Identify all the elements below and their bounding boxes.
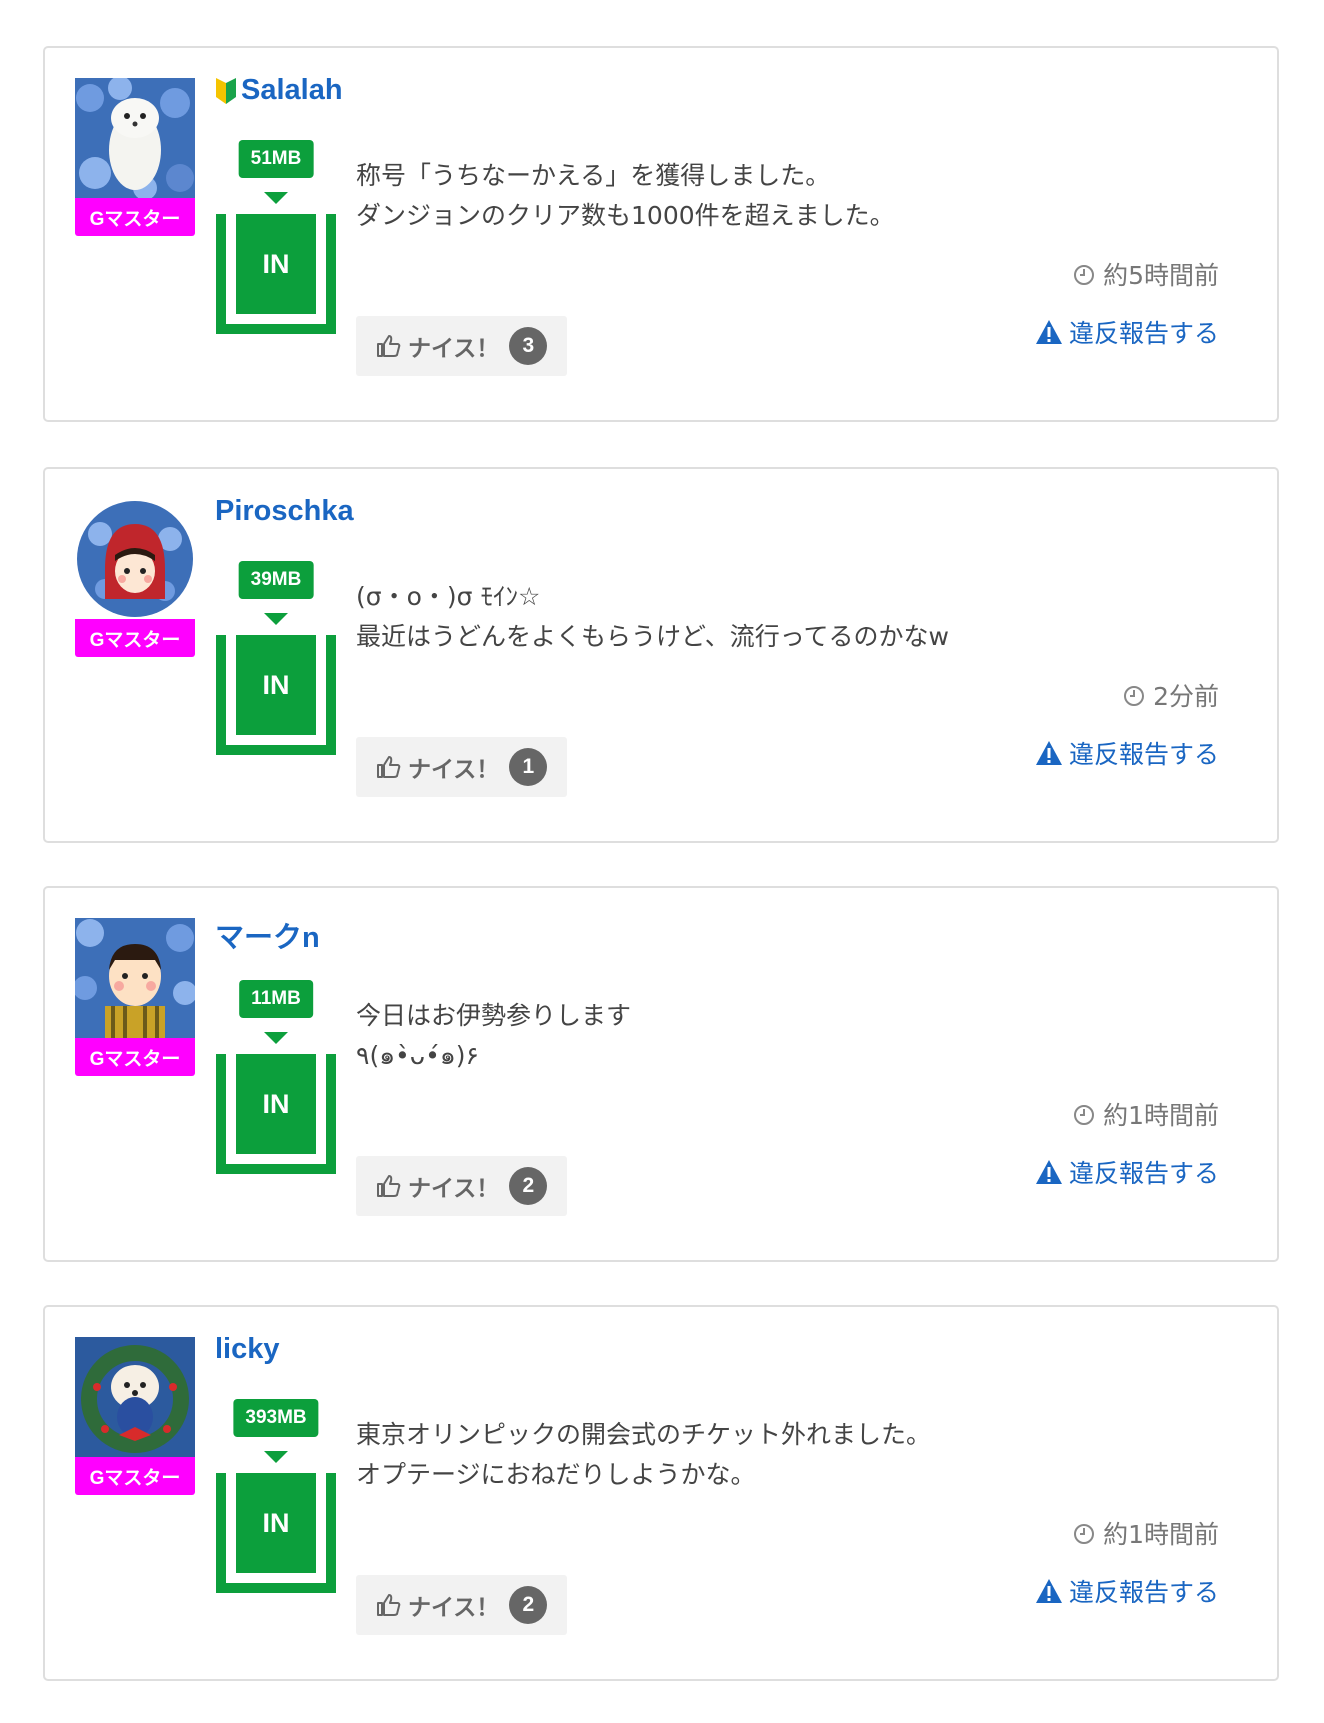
avatar[interactable] xyxy=(75,499,195,619)
username-text: マークn xyxy=(215,922,320,954)
arrow-down-icon xyxy=(264,192,288,204)
rank-badge: Gマスター xyxy=(75,619,195,657)
username-link[interactable]: Salalah xyxy=(215,74,343,107)
username-link[interactable]: licky xyxy=(215,1333,280,1366)
timestamp: 約1時間前 xyxy=(1073,1096,1219,1132)
message-line: 最近はうどんをよくもらうけど、流行ってるのかなw xyxy=(356,622,949,651)
thumbs-up-icon xyxy=(376,755,402,779)
in-label: IN xyxy=(236,635,316,735)
in-label: IN xyxy=(236,1054,316,1154)
timestamp: 2分前 xyxy=(1123,677,1219,713)
avatar-block: Gマスター xyxy=(75,78,195,236)
avatar-block: Gマスター xyxy=(75,918,195,1076)
post-card: Gマスター マークn 11MB IN 今日はお伊勢参りします ٩(๑•̀ᴗ•́๑… xyxy=(43,886,1279,1262)
report-label: 違反報告する xyxy=(1068,1578,1219,1607)
thumbs-up-icon xyxy=(376,334,402,358)
warning-icon xyxy=(1035,740,1063,766)
nice-count-badge: 2 xyxy=(509,1167,548,1205)
warning-icon xyxy=(1035,319,1063,345)
nice-label: ナイス！ xyxy=(408,336,500,362)
message-line: (σ・o・)σ ﾓｲﾝ☆ xyxy=(356,582,541,611)
clock-icon xyxy=(1073,1103,1095,1125)
post-card: Gマスター Piroschka 39MB IN (σ・o・)σ ﾓｲﾝ☆ 最近は… xyxy=(43,467,1279,843)
clock-icon xyxy=(1073,263,1095,285)
timestamp-text: 2分前 xyxy=(1153,682,1219,711)
nice-count-badge: 1 xyxy=(509,748,548,786)
message-line: ダンジョンのクリア数も1000件を超えました。 xyxy=(356,201,895,230)
clock-icon xyxy=(1073,1522,1095,1544)
avatar[interactable] xyxy=(75,918,195,1038)
post-card: Gマスター Salalah 51MB IN 称号「うちなーかえる」を獲得しました… xyxy=(43,46,1279,422)
arrow-down-icon xyxy=(264,1032,288,1044)
timestamp: 約5時間前 xyxy=(1073,256,1219,292)
timestamp-text: 約1時間前 xyxy=(1103,1520,1219,1549)
in-box: IN xyxy=(216,635,336,755)
rank-badge: Gマスター xyxy=(75,198,195,236)
message-body: (σ・o・)σ ﾓｲﾝ☆ 最近はうどんをよくもらうけど、流行ってるのかなw xyxy=(356,577,949,657)
report-link[interactable]: 違反報告する xyxy=(1035,1573,1219,1609)
in-box: IN xyxy=(216,214,336,334)
warning-icon xyxy=(1035,1159,1063,1185)
nice-label: ナイス！ xyxy=(408,1176,500,1202)
avatar[interactable] xyxy=(75,1337,195,1457)
username-text: licky xyxy=(215,1333,280,1365)
rank-badge: Gマスター xyxy=(75,1457,195,1495)
username-link[interactable]: Piroschka xyxy=(215,495,354,528)
report-label: 違反報告する xyxy=(1068,1159,1219,1188)
report-label: 違反報告する xyxy=(1068,319,1219,348)
post-card: Gマスター licky 393MB IN 東京オリンピックの開会式のチケット外れ… xyxy=(43,1305,1279,1681)
nice-button[interactable]: ナイス！ 2 xyxy=(356,1575,568,1635)
report-link[interactable]: 違反報告する xyxy=(1035,314,1219,350)
warning-icon xyxy=(1035,1578,1063,1604)
rank-badge: Gマスター xyxy=(75,1038,195,1076)
storage-indicator: 11MB IN xyxy=(216,980,336,1180)
message-line: ٩(๑•̀ᴗ•́๑)۶ xyxy=(356,1041,479,1070)
arrow-down-icon xyxy=(264,613,288,625)
storage-indicator: 39MB IN xyxy=(216,561,336,761)
username-text: Salalah xyxy=(241,74,343,106)
beginner-mark-icon xyxy=(215,77,237,105)
message-line: 今日はお伊勢参りします xyxy=(356,1001,632,1030)
nice-count-badge: 3 xyxy=(509,327,548,365)
username-link[interactable]: マークn xyxy=(215,914,320,956)
nice-label: ナイス！ xyxy=(408,1595,500,1621)
report-link[interactable]: 違反報告する xyxy=(1035,1154,1219,1190)
thumbs-up-icon xyxy=(376,1174,402,1198)
message-body: 称号「うちなーかえる」を獲得しました。 ダンジョンのクリア数も1000件を超えま… xyxy=(356,156,895,236)
report-link[interactable]: 違反報告する xyxy=(1035,735,1219,771)
message-line: 東京オリンピックの開会式のチケット外れました。 xyxy=(356,1420,932,1449)
report-label: 違反報告する xyxy=(1068,740,1219,769)
timestamp: 約1時間前 xyxy=(1073,1515,1219,1551)
avatar[interactable] xyxy=(75,78,195,198)
nice-button[interactable]: ナイス！ 2 xyxy=(356,1156,568,1216)
timestamp-text: 約5時間前 xyxy=(1103,261,1219,290)
in-label: IN xyxy=(236,1473,316,1573)
username-text: Piroschka xyxy=(215,495,354,527)
message-body: 東京オリンピックの開会式のチケット外れました。 オプテージにおねだりしようかな。 xyxy=(356,1415,931,1495)
message-body: 今日はお伊勢参りします ٩(๑•̀ᴗ•́๑)۶ xyxy=(356,996,631,1076)
in-box: IN xyxy=(216,1473,336,1593)
storage-badge: 11MB xyxy=(239,980,313,1018)
storage-indicator: 393MB IN xyxy=(216,1399,336,1599)
in-label: IN xyxy=(236,214,316,314)
storage-badge: 39MB xyxy=(238,561,314,599)
nice-count-badge: 2 xyxy=(509,1586,548,1624)
storage-badge: 393MB xyxy=(233,1399,319,1437)
nice-button[interactable]: ナイス！ 3 xyxy=(356,316,568,376)
avatar-block: Gマスター xyxy=(75,1337,195,1495)
message-line: オプテージにおねだりしようかな。 xyxy=(356,1460,756,1489)
storage-indicator: 51MB IN xyxy=(216,140,336,340)
storage-badge: 51MB xyxy=(238,140,314,178)
avatar-block: Gマスター xyxy=(75,499,195,657)
clock-icon xyxy=(1123,684,1145,706)
nice-label: ナイス！ xyxy=(408,757,500,783)
in-box: IN xyxy=(216,1054,336,1174)
nice-button[interactable]: ナイス！ 1 xyxy=(356,737,568,797)
timestamp-text: 約1時間前 xyxy=(1103,1101,1219,1130)
message-line: 称号「うちなーかえる」を獲得しました。 xyxy=(356,161,831,190)
arrow-down-icon xyxy=(264,1451,288,1463)
thumbs-up-icon xyxy=(376,1593,402,1617)
